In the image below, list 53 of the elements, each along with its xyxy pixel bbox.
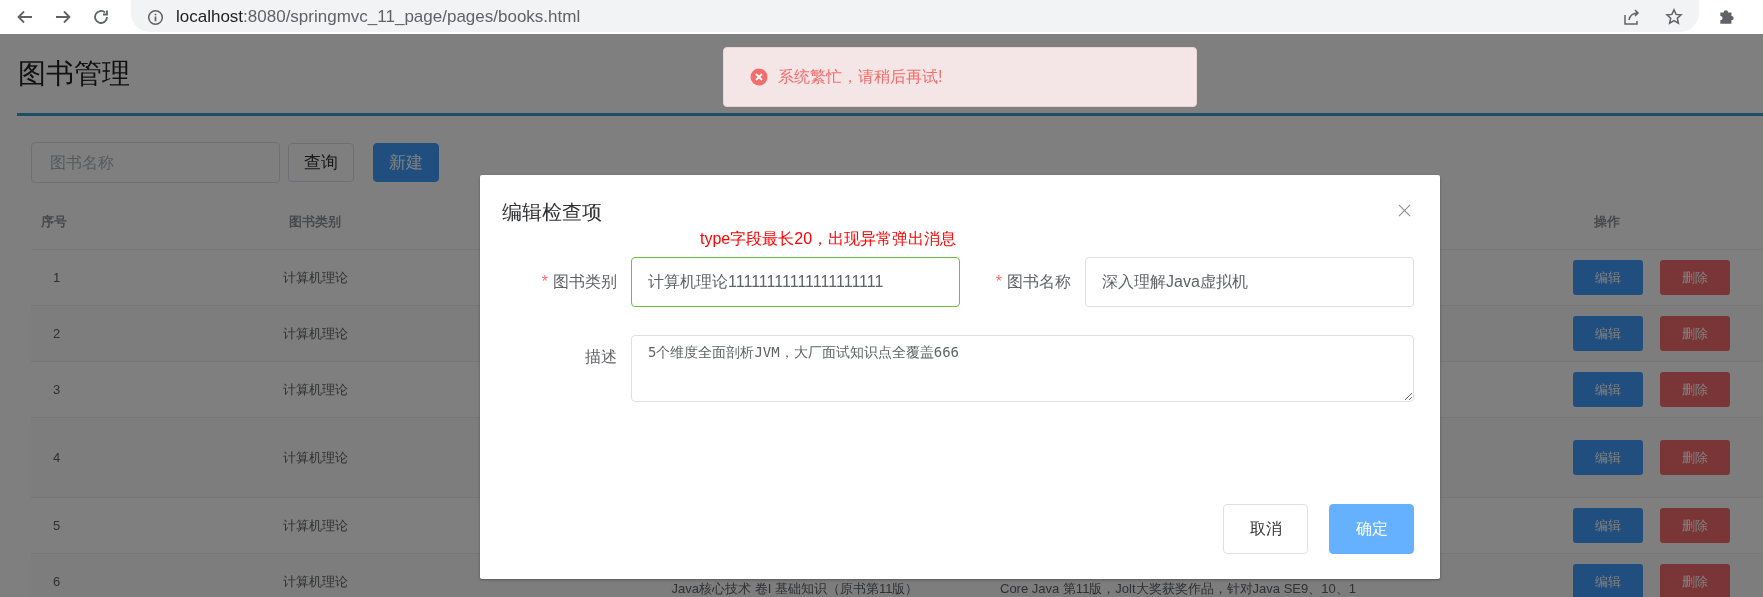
edit-button[interactable]: 编辑 <box>1573 372 1643 407</box>
address-bar[interactable]: localhost:8080/springmvc_11_page/pages/books.html <box>131 0 1699 32</box>
url-text: localhost:8080/springmvc_11_page/pages/books.html <box>176 7 582 27</box>
table-cell: 计算机理论 <box>282 268 348 287</box>
toolbar-button[interactable]: 新建 <box>373 143 439 182</box>
table-cell: 6 <box>53 574 61 589</box>
annotation-text: type字段最长20，出现异常弹出消息 <box>700 229 958 249</box>
description-field[interactable]: 5个维度全面剖析JVM，大厂面试知识点全覆盖666 <box>631 335 1414 402</box>
close-icon[interactable] <box>1398 204 1411 217</box>
edit-button[interactable]: 编辑 <box>1573 440 1643 475</box>
required-mark: * <box>541 272 548 290</box>
table-cell: 计算机理论 <box>282 516 348 535</box>
delete-button[interactable]: 删除 <box>1660 372 1730 407</box>
table-cell: 计算机理论 <box>282 572 348 591</box>
field-label: 描述 <box>584 347 618 367</box>
share-icon[interactable] <box>1623 8 1641 26</box>
table-cell: 4 <box>53 450 61 465</box>
table-cell: 5 <box>53 518 61 533</box>
input-field[interactable]: 深入理解Java虚拟机 <box>1085 257 1414 307</box>
table-cell: 2 <box>53 326 61 341</box>
puzzle-icon[interactable] <box>1717 7 1737 27</box>
edit-button[interactable]: 编辑 <box>1573 564 1643 597</box>
required-mark: * <box>995 272 1002 290</box>
dialog-title: 编辑检查项 <box>502 201 602 223</box>
edit-button[interactable]: 编辑 <box>1573 316 1643 351</box>
input-field[interactable]: 计算机理论11111111111111111111 <box>631 257 960 307</box>
delete-button[interactable]: 删除 <box>1660 260 1730 295</box>
star-icon[interactable] <box>1665 8 1683 26</box>
confirm-button[interactable]: 确定 <box>1329 504 1414 554</box>
table-cell: 计算机理论 <box>282 324 348 343</box>
edit-button[interactable]: 编辑 <box>1573 260 1643 295</box>
field-label: 图书类别 <box>553 272 617 290</box>
table-cell: 3 <box>53 382 61 397</box>
error-icon <box>750 68 768 86</box>
table-cell: Java核心技术 卷I 基础知识（原书第11版） <box>671 580 919 597</box>
page-title: 图书管理 <box>18 58 130 89</box>
table-cell: 计算机理论 <box>282 380 348 399</box>
delete-button[interactable]: 删除 <box>1660 316 1730 351</box>
back-arrow-icon[interactable] <box>16 8 34 26</box>
table-cell: 1 <box>53 270 61 285</box>
forward-arrow-icon[interactable] <box>54 8 72 26</box>
delete-button[interactable]: 删除 <box>1660 440 1730 475</box>
delete-button[interactable]: 删除 <box>1660 508 1730 543</box>
info-icon[interactable] <box>147 8 164 26</box>
field-label: 图书名称 <box>1007 272 1071 290</box>
reload-icon[interactable] <box>92 8 110 26</box>
toolbar-button[interactable]: 查询 <box>288 143 354 182</box>
toast-text: 系统繁忙，请稍后再试! <box>778 66 943 87</box>
table-cell: Core Java 第11版，Jolt大奖获奖作品，针对Java SE9、10、1 <box>1000 580 1356 597</box>
edit-button[interactable]: 编辑 <box>1573 508 1643 543</box>
table-cell: 计算机理论 <box>282 448 348 467</box>
cancel-button[interactable]: 取消 <box>1223 504 1308 554</box>
delete-button[interactable]: 删除 <box>1660 564 1730 597</box>
